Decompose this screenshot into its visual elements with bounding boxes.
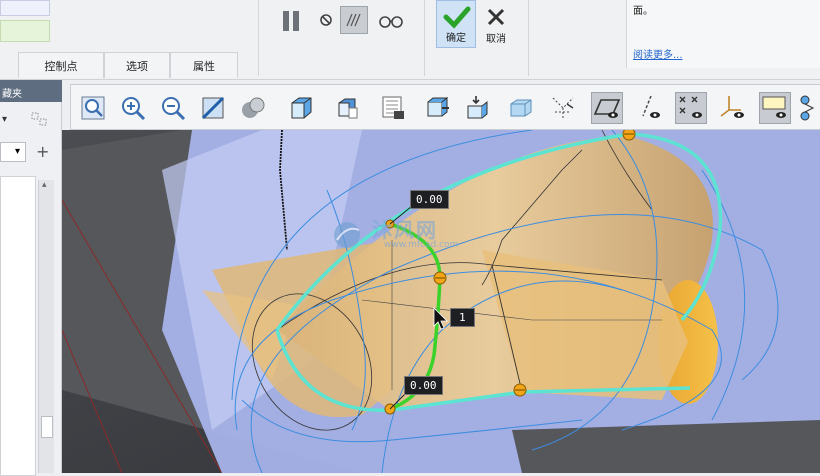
watermark-url: www.mfcad.com (384, 240, 459, 250)
tab-label: 选项 (126, 59, 148, 73)
model-tree[interactable] (0, 176, 36, 476)
zoom-window-icon (81, 96, 105, 120)
pan-icon (467, 96, 488, 119)
close-icon (487, 8, 505, 26)
model-canvas[interactable] (62, 130, 820, 473)
zoom-in-button[interactable] (117, 92, 149, 124)
spin-button[interactable] (797, 92, 820, 124)
dimension-label-mid[interactable]: 1 (450, 308, 475, 327)
scroll-thumb[interactable] (41, 416, 53, 438)
saved-views-button[interactable] (331, 92, 363, 124)
confirm-label: 确定 (446, 33, 466, 44)
display-style-icon (427, 96, 449, 117)
annotation-display-toggle[interactable] (759, 92, 791, 124)
watermark-text: 沐风网 (372, 218, 438, 242)
pause-icon (293, 11, 299, 31)
csys-display-icon (720, 96, 744, 118)
dimension-value: 1 (459, 311, 466, 324)
spin-center-button[interactable] (505, 92, 537, 124)
perspective-button[interactable] (547, 92, 579, 124)
chevron-down-icon[interactable]: ▾ (2, 114, 18, 130)
no-icon (320, 14, 332, 26)
view-orient-button[interactable] (285, 92, 317, 124)
spin-icon (800, 95, 815, 121)
watermark-logo (334, 222, 360, 248)
named-views-icon (382, 96, 404, 119)
no-preview-button[interactable] (316, 10, 336, 30)
named-views-button[interactable] (377, 92, 409, 124)
ribbon-input-bottom[interactable] (0, 20, 50, 42)
axis-display-toggle[interactable] (633, 92, 665, 124)
verify-button[interactable] (340, 6, 368, 34)
spin-center-icon (510, 99, 532, 117)
perspective-icon (552, 97, 574, 120)
graphics-viewport[interactable]: 0.00 1 0.00 沐风网 www.mfcad.com (62, 130, 820, 473)
ribbon-input-top[interactable] (0, 0, 50, 16)
ribbon: 控制点 选项 属性 确定 取消 面。 阅读更多... (0, 0, 820, 80)
graphics-toolbar (70, 84, 820, 130)
tree-filter-button[interactable] (30, 110, 50, 130)
cancel-button[interactable]: 取消 (478, 0, 514, 48)
pause-button[interactable] (278, 10, 304, 32)
shading-button[interactable] (237, 92, 269, 124)
glasses-icon (379, 16, 403, 28)
help-panel: 面。 阅读更多... (626, 0, 820, 68)
refit-button[interactable] (197, 92, 229, 124)
control-point[interactable] (513, 383, 527, 397)
tree-filter-icon (31, 112, 47, 126)
shading-icon (242, 97, 265, 118)
dimension-value: 0.00 (416, 193, 443, 206)
scroll-up-icon[interactable]: ▴ (42, 180, 47, 190)
add-icon[interactable]: + (36, 142, 50, 162)
refit-icon (201, 96, 225, 120)
dimension-label-top[interactable]: 0.00 (410, 190, 449, 209)
point-display-icon (679, 96, 702, 118)
tab-label: 控制点 (44, 59, 78, 73)
scrollbar[interactable]: ▴ (38, 180, 54, 473)
zoom-in-icon (122, 97, 146, 121)
tab-control-points[interactable]: 控制点 (18, 52, 104, 78)
tab-options[interactable]: 选项 (104, 52, 170, 78)
csys-display-toggle[interactable] (717, 92, 749, 124)
zoom-out-button[interactable] (157, 92, 189, 124)
divider (528, 0, 529, 76)
plane-display-icon (593, 99, 621, 118)
pan-button[interactable] (461, 92, 493, 124)
zoom-window-button[interactable] (77, 92, 109, 124)
plane-display-toggle[interactable] (591, 92, 623, 124)
divider (258, 0, 259, 76)
control-point[interactable] (622, 130, 636, 141)
zoom-out-icon (162, 97, 186, 121)
annotation-display-icon (762, 96, 786, 118)
divider (424, 0, 425, 76)
dimension-value: 0.00 (410, 379, 437, 392)
view-orient-icon (291, 97, 312, 119)
tab-properties[interactable]: 属性 (170, 52, 238, 78)
filter-dropdown[interactable]: ▾ (0, 142, 26, 162)
verify-icon (346, 13, 361, 27)
cancel-label: 取消 (486, 34, 506, 45)
control-point[interactable] (433, 271, 447, 285)
axis-display-icon (642, 95, 660, 118)
display-style-button[interactable] (421, 92, 453, 124)
point-display-toggle[interactable] (675, 92, 707, 124)
dimension-label-bottom[interactable]: 0.00 (404, 376, 443, 395)
confirm-button[interactable]: 确定 (436, 0, 476, 48)
pause-icon (283, 11, 289, 31)
tab-label: 属性 (193, 59, 215, 73)
saved-views-icon (338, 98, 358, 119)
help-text: 面。 (633, 6, 653, 17)
preview-glasses-button[interactable] (376, 8, 406, 32)
read-more-link[interactable]: 阅读更多... (633, 46, 683, 61)
panel-header: 藏夹 (0, 80, 62, 102)
